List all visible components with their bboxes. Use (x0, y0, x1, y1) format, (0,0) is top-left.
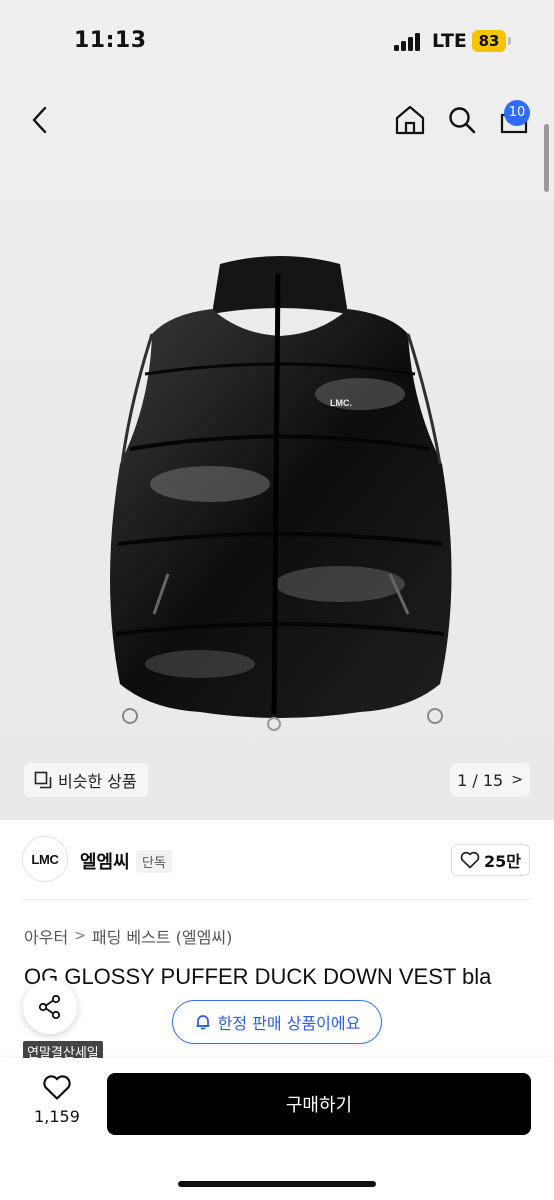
breadcrumb-subcategory[interactable]: 패딩 베스트 (엘엠씨) (92, 924, 232, 948)
similar-products-label: 비슷한 상품 (58, 772, 137, 791)
network-type: LTE (432, 30, 467, 52)
copy-icon (34, 771, 52, 789)
home-button[interactable] (390, 100, 430, 140)
brand-logo[interactable]: LMC (22, 836, 68, 882)
vest-logo-text: LMC. (330, 398, 352, 408)
bell-icon (196, 1015, 210, 1030)
buy-button[interactable]: 구매하기 (107, 1073, 531, 1135)
back-button[interactable] (22, 102, 58, 138)
image-pager[interactable]: 1 / 15 > (450, 763, 530, 797)
wishlist-button[interactable]: 1,159 (34, 1074, 80, 1126)
battery-cap (508, 37, 511, 45)
brand-name[interactable]: 엘엠씨 (80, 848, 130, 874)
home-indicator[interactable] (178, 1181, 376, 1187)
sale-tag: 연말결산세일 (23, 1041, 103, 1059)
similar-products-button[interactable]: 비슷한 상품 (24, 763, 148, 797)
heart-icon (460, 851, 480, 869)
search-icon (449, 107, 476, 134)
chevron-right-icon: > (511, 772, 523, 788)
product-image-gallery[interactable]: LMC. 비슷한 상품 1 / 15 > (0, 84, 554, 820)
status-time: 11:13 (74, 28, 147, 53)
wishlist-count: 1,159 (34, 1107, 80, 1126)
share-icon (38, 994, 61, 1020)
heart-icon (43, 1075, 71, 1100)
product-image-vest: LMC. (110, 256, 452, 731)
chevron-left-icon (32, 106, 47, 134)
breadcrumb: 아우터 > 패딩 베스트 (엘엠씨) (24, 924, 232, 948)
status-bar: 11:13 LTE 83 (0, 0, 554, 84)
limited-sale-notice: 한정 판매 상품이에요 (172, 1000, 382, 1044)
breadcrumb-category[interactable]: 아우터 (24, 924, 68, 948)
signal-icon (394, 33, 422, 51)
share-button[interactable] (23, 980, 77, 1034)
home-icon (395, 105, 425, 135)
cart-count-badge: 10 (504, 100, 530, 126)
chevron-right-icon: > (74, 928, 86, 944)
limited-sale-text: 한정 판매 상품이에요 (217, 1014, 361, 1033)
battery-icon: 83 (472, 30, 506, 52)
scrollbar[interactable] (544, 124, 549, 192)
exclusive-badge: 단독 (136, 850, 172, 873)
brand-like-button[interactable]: 25만 (451, 844, 530, 876)
brand-like-count: 25만 (484, 852, 521, 871)
pager-text: 1 / 15 (457, 770, 504, 790)
divider (22, 899, 532, 900)
search-button[interactable] (442, 100, 482, 140)
product-title: OG GLOSSY PUFFER DUCK DOWN VEST bla (24, 964, 492, 989)
